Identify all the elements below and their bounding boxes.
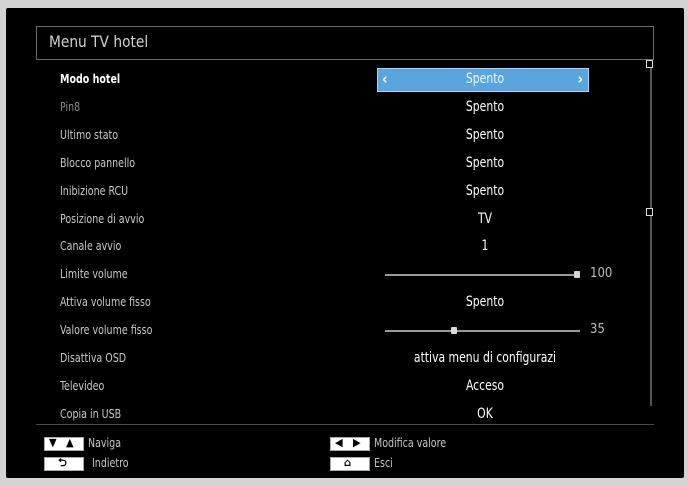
setting-label: Canale avvio <box>60 239 122 253</box>
home-icon: ⌂ <box>330 456 370 471</box>
slider-value: 100 <box>590 266 613 281</box>
up-down-arrows-icon: ▼ ▲ <box>44 436 84 451</box>
legend-navigate-label: Naviga <box>88 436 122 450</box>
setting-row-ultimo-stato[interactable]: Ultimo stato Spento <box>60 123 640 149</box>
setting-label: Pin8 <box>60 100 81 114</box>
setting-label: Attiva volume fisso <box>60 295 151 309</box>
setting-row-limite-volume[interactable]: Limite volume 100 <box>60 262 640 288</box>
return-icon: ⮌ <box>44 456 84 471</box>
setting-label: Posizione di avvio <box>60 212 145 226</box>
setting-label: Limite volume <box>60 267 128 281</box>
setting-label: Copia in USB <box>60 407 122 421</box>
legend-exit-label: Esci <box>374 456 393 470</box>
setting-row-posizione-avvio[interactable]: Posizione di avvio TV <box>60 207 640 233</box>
scrollbar-top-cap[interactable] <box>646 60 653 68</box>
setting-label: Inibizione RCU <box>60 184 129 198</box>
slider-value: 35 <box>590 322 605 337</box>
setting-row-disattiva-osd[interactable]: Disattiva OSD attiva menu di configurazi <box>60 346 640 372</box>
setting-label: Modo hotel <box>60 72 121 86</box>
setting-row-valore-volume-fisso[interactable]: Valore volume fisso 35 <box>60 318 640 344</box>
menu-header: Menu TV hotel <box>36 26 654 60</box>
setting-value: Spento <box>465 99 505 115</box>
setting-value: attiva menu di configurazi <box>413 350 557 366</box>
setting-label: Valore volume fisso <box>60 323 153 337</box>
setting-value: OK <box>477 406 493 422</box>
legend-modify-label: Modifica valore <box>374 436 447 450</box>
legend-back-label: Indietro <box>92 456 129 470</box>
setting-row-modo-hotel[interactable]: Modo hotel ‹ › Spento <box>60 67 640 93</box>
menu-title: Menu TV hotel <box>49 32 149 51</box>
setting-value: TV <box>477 211 493 227</box>
slider-knob[interactable] <box>451 327 457 334</box>
setting-label: Televideo <box>60 379 105 393</box>
setting-value: Spento <box>465 127 505 143</box>
setting-label: Ultimo stato <box>60 128 119 142</box>
slider-knob[interactable] <box>574 271 580 278</box>
fixed-volume-slider[interactable] <box>385 327 580 334</box>
footer-divider <box>36 424 654 425</box>
setting-row-televideo[interactable]: Televideo Acceso <box>60 374 640 400</box>
setting-value: Spento <box>465 183 505 199</box>
setting-label: Disattiva OSD <box>60 351 127 365</box>
left-right-arrows-icon: ◀ ▶ <box>330 436 370 451</box>
volume-limit-slider[interactable] <box>385 271 580 278</box>
setting-value: Acceso <box>465 378 505 394</box>
setting-row-blocco-pannello[interactable]: Blocco pannello Spento <box>60 151 640 177</box>
setting-label: Blocco pannello <box>60 156 136 170</box>
setting-row-attiva-volume-fisso[interactable]: Attiva volume fisso Spento <box>60 290 640 316</box>
setting-row-canale-avvio[interactable]: Canale avvio 1 <box>60 234 640 260</box>
setting-value: Spento <box>465 155 505 171</box>
setting-row-pin8[interactable]: Pin8 Spento <box>60 95 640 121</box>
scrollbar-thumb[interactable] <box>646 208 653 216</box>
setting-value: Spento <box>465 294 505 310</box>
scrollbar-track[interactable] <box>650 64 652 406</box>
setting-value: 1 <box>481 238 489 254</box>
setting-value: Spento <box>465 71 505 87</box>
setting-row-inibizione-rcu[interactable]: Inibizione RCU Spento <box>60 179 640 205</box>
